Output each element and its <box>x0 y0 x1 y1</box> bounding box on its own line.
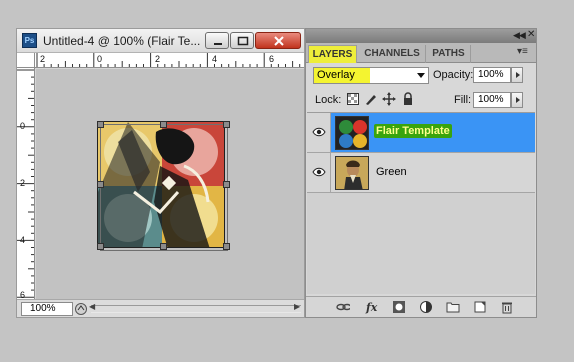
lock-all-icon[interactable] <box>401 92 415 106</box>
close-icon <box>274 36 284 46</box>
document-titlebar[interactable]: Ps Untitled-4 @ 100% (Flair Te... <box>17 29 304 53</box>
document-title: Untitled-4 @ 100% (Flair Te... <box>43 34 201 48</box>
ruler-left-label: 6 <box>20 290 26 299</box>
transform-handle[interactable] <box>97 243 104 250</box>
layer-name[interactable]: Green <box>376 166 407 178</box>
ruler-top-label: 0 <box>97 54 103 64</box>
blend-mode-value: Overlay <box>314 68 370 83</box>
mask-icon[interactable] <box>392 300 406 314</box>
scroll-left-icon[interactable]: ◀ <box>89 302 95 311</box>
lock-transparency-icon[interactable] <box>346 92 360 106</box>
transform-handle[interactable] <box>160 121 167 128</box>
document-artwork[interactable] <box>97 121 225 248</box>
transform-handle[interactable] <box>97 181 104 188</box>
opacity-field[interactable]: 100% <box>473 67 511 83</box>
eye-icon <box>312 167 326 177</box>
portrait-thumbnail-image <box>336 157 368 189</box>
fill-slider-button[interactable] <box>511 92 523 108</box>
tab-channels[interactable]: CHANNELS <box>359 45 426 63</box>
panel-tabs: LAYERS CHANNELS PATHS ▾≡ <box>306 43 536 63</box>
panel-close-icon[interactable]: ✕ <box>527 29 535 40</box>
ruler-horizontal-ticks <box>36 53 301 67</box>
layer-thumbnail[interactable] <box>335 156 369 190</box>
trash-icon[interactable] <box>500 300 514 314</box>
minimize-button[interactable] <box>205 32 229 49</box>
opacity-label: Opacity: <box>433 69 474 81</box>
tab-paths[interactable]: PATHS <box>427 45 471 63</box>
layers-list: Flair Template Green <box>307 112 535 294</box>
panel-header-bar[interactable]: ◀◀ ✕ <box>306 29 536 43</box>
document-status-bar: 100% ◀ ▶ <box>17 299 304 317</box>
visibility-toggle[interactable] <box>307 153 331 192</box>
scroll-right-icon[interactable]: ▶ <box>294 302 300 311</box>
lock-row: Lock: Fill: 100% <box>306 89 536 111</box>
link-icon[interactable] <box>336 300 350 314</box>
opacity-slider-button[interactable] <box>511 67 523 83</box>
eye-icon <box>312 127 326 137</box>
close-button[interactable] <box>255 32 301 49</box>
tab-layers[interactable]: LAYERS <box>308 45 357 63</box>
ruler-vertical[interactable]: 0 2 4 6 <box>17 68 35 299</box>
ps-app-icon: Ps <box>22 33 37 48</box>
ruler-left-label: 2 <box>20 178 26 188</box>
chevron-down-icon <box>417 73 425 78</box>
layer-row-flair-template[interactable]: Flair Template <box>307 113 535 153</box>
ruler-top-label: 6 <box>269 54 275 64</box>
fx-icon[interactable]: fx <box>365 300 379 314</box>
panel-menu-icon[interactable]: ▾≡ <box>517 46 528 57</box>
folder-icon[interactable] <box>446 300 460 314</box>
transform-handle[interactable] <box>160 243 167 250</box>
status-info-icon[interactable] <box>74 302 88 316</box>
transform-handle[interactable] <box>223 181 230 188</box>
adjustment-icon[interactable] <box>419 300 433 314</box>
layers-panel: ◀◀ ✕ LAYERS CHANNELS PATHS ▾≡ Overlay Op… <box>305 28 537 318</box>
ruler-top-label: 4 <box>212 54 218 64</box>
new-layer-icon[interactable] <box>473 300 487 314</box>
transform-handle[interactable] <box>223 121 230 128</box>
ruler-horizontal[interactable]: 2 0 2 4 6 <box>35 53 304 68</box>
svg-text:fx: fx <box>365 301 378 314</box>
transform-handle[interactable] <box>97 121 104 128</box>
fill-field[interactable]: 100% <box>473 92 511 108</box>
visibility-toggle[interactable] <box>307 113 331 152</box>
maximize-button[interactable] <box>230 32 254 49</box>
lock-brush-icon[interactable] <box>364 92 378 106</box>
blend-mode-select[interactable]: Overlay <box>313 67 429 84</box>
fill-label: Fill: <box>454 94 472 106</box>
canvas-area[interactable] <box>36 69 304 299</box>
maximize-icon <box>237 36 249 46</box>
zoom-level-field[interactable]: 100% <box>21 302 73 316</box>
ruler-top-label: 2 <box>155 54 161 64</box>
document-window: Ps Untitled-4 @ 100% (Flair Te... 2 0 2 … <box>16 28 305 318</box>
horizontal-scrollbar[interactable]: ◀ ▶ <box>89 302 301 313</box>
flair-template-thumbnail-image <box>336 117 368 149</box>
layer-row-green[interactable]: Green <box>307 153 535 193</box>
layer-name[interactable]: Flair Template <box>374 124 452 138</box>
artwork-image <box>98 122 224 247</box>
lock-move-icon[interactable] <box>382 92 396 106</box>
ruler-left-label: 0 <box>20 121 26 131</box>
layer-thumbnail[interactable] <box>335 116 369 150</box>
minimize-icon <box>214 43 222 45</box>
ruler-top-label: 2 <box>40 54 46 64</box>
ruler-left-label: 4 <box>20 235 26 245</box>
lock-label: Lock: <box>315 94 342 106</box>
transform-handle[interactable] <box>223 243 230 250</box>
panel-footer: fx <box>306 296 536 317</box>
ruler-corner[interactable] <box>17 53 35 68</box>
collapse-panel-icon[interactable]: ◀◀ <box>513 30 526 41</box>
